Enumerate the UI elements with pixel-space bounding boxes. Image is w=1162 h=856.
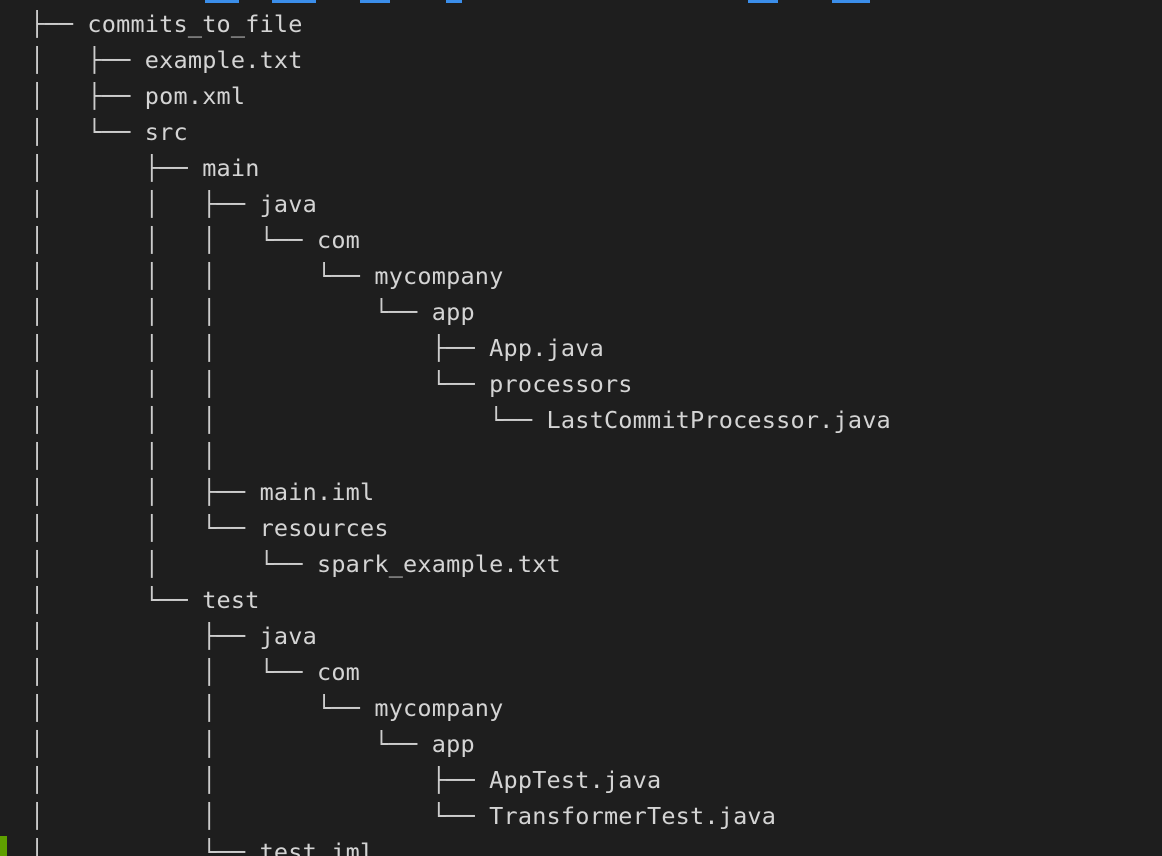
tree-branch: │ ├── (30, 154, 203, 182)
tree-branch: │ │ ├── (30, 478, 260, 506)
tree-row: │ │ │ └── LastCommitProcessor.java (30, 402, 891, 438)
tree-branch: │ │ │ └── (30, 262, 375, 290)
tree-row: │ ├── example.txt (30, 42, 303, 78)
tree-row: │ └── src (30, 114, 188, 150)
tree-branch: │ │ └── (30, 550, 317, 578)
tree-row: │ ├── java (30, 618, 317, 654)
tree-branch: │ ├── (30, 82, 145, 110)
tree-entry-name: pom.xml (144, 82, 246, 110)
tree-entry-name: java (259, 622, 317, 650)
tree-row: │ │ │ └── com (30, 222, 360, 258)
tree-entry-name: test.iml (259, 838, 375, 856)
tree-entry-name: example.txt (144, 46, 303, 74)
previous-output-strip (0, 0, 1162, 3)
terminal-window[interactable]: ├── commits_to_file │ ├── example.txt │ ├─… (0, 0, 1162, 856)
tree-entry-name: app (431, 298, 475, 326)
tree-branch: │ └── (30, 586, 203, 614)
tree-row: │ │ │ └── processors (30, 366, 633, 402)
tree-row: │ └── test (30, 582, 260, 618)
tree-branch: │ │ │ (30, 442, 217, 470)
tree-entry-name: src (144, 118, 188, 146)
tree-branch: │ │ │ └── (30, 226, 317, 254)
tree-entry-name: test (202, 586, 260, 614)
tree-entry-name: App.java (489, 334, 604, 362)
tree-branch: │ │ │ └── (30, 370, 490, 398)
tree-row: │ ├── pom.xml (30, 78, 245, 114)
tree-branch: │ └── (30, 838, 260, 856)
tree-row: │ │ ├── AppTest.java (30, 762, 661, 798)
tree-entry-name: main.iml (259, 478, 375, 506)
tree-row: │ │ └── resources (30, 510, 389, 546)
tree-row: │ ├── main (30, 150, 260, 186)
tree-branch: │ │ └── (30, 514, 260, 542)
tree-entry-name: app (431, 730, 475, 758)
tree-branch: │ │ ├── (30, 190, 260, 218)
tree-entry-name: AppTest.java (489, 766, 662, 794)
tree-row: │ │ └── com (30, 654, 360, 690)
tree-entry-name: TransformerTest.java (489, 802, 777, 830)
tree-row: │ └── test.iml (30, 834, 374, 856)
tree-row: │ │ └── spark_example.txt (30, 546, 561, 582)
tree-branch: │ │ │ └── (30, 298, 432, 326)
tree-entry-name: processors (489, 370, 633, 398)
tree-branch: ├── (30, 10, 88, 38)
tree-entry-name: mycompany (374, 694, 504, 722)
tree-entry-name: com (316, 658, 361, 686)
tree-row: │ │ ├── java (30, 186, 317, 222)
tree-row: │ │ ├── main.iml (30, 474, 374, 510)
tree-branch: │ ├── (30, 46, 145, 74)
tree-entry-name: LastCommitProcessor.java (546, 406, 891, 434)
tree-branch: │ │ ├── (30, 766, 490, 794)
tree-branch: │ │ │ ├── (30, 334, 490, 362)
tree-branch: │ │ └── (30, 802, 490, 830)
tree-row: │ │ │ └── app (30, 294, 475, 330)
tree-row: │ │ │ ├── App.java (30, 330, 604, 366)
tree-entry-name: commits_to_file (87, 10, 303, 38)
tree-branch: │ │ └── (30, 730, 432, 758)
tree-entry-name: com (316, 226, 361, 254)
tree-branch: │ └── (30, 118, 145, 146)
tree-row: ├── commits_to_file (30, 6, 303, 42)
tree-entry-name: java (259, 190, 317, 218)
tree-entry-name: spark_example.txt (316, 550, 561, 578)
tree-row: │ │ │ └── mycompany (30, 258, 504, 294)
tree-entry-name: mycompany (374, 262, 504, 290)
tree-row: │ │ └── TransformerTest.java (30, 798, 776, 834)
tree-row: │ │ └── app (30, 726, 475, 762)
tree-entry-name: resources (259, 514, 389, 542)
tree-branch: │ ├── (30, 622, 260, 650)
tree-row: │ │ └── mycompany (30, 690, 504, 726)
tree-branch: │ │ └── (30, 694, 375, 722)
tree-branch: │ │ │ └── (30, 406, 547, 434)
tree-row: │ │ │ (30, 438, 217, 474)
terminal-cursor (0, 836, 7, 856)
tree-entry-name: main (202, 154, 260, 182)
tree-branch: │ │ └── (30, 658, 317, 686)
